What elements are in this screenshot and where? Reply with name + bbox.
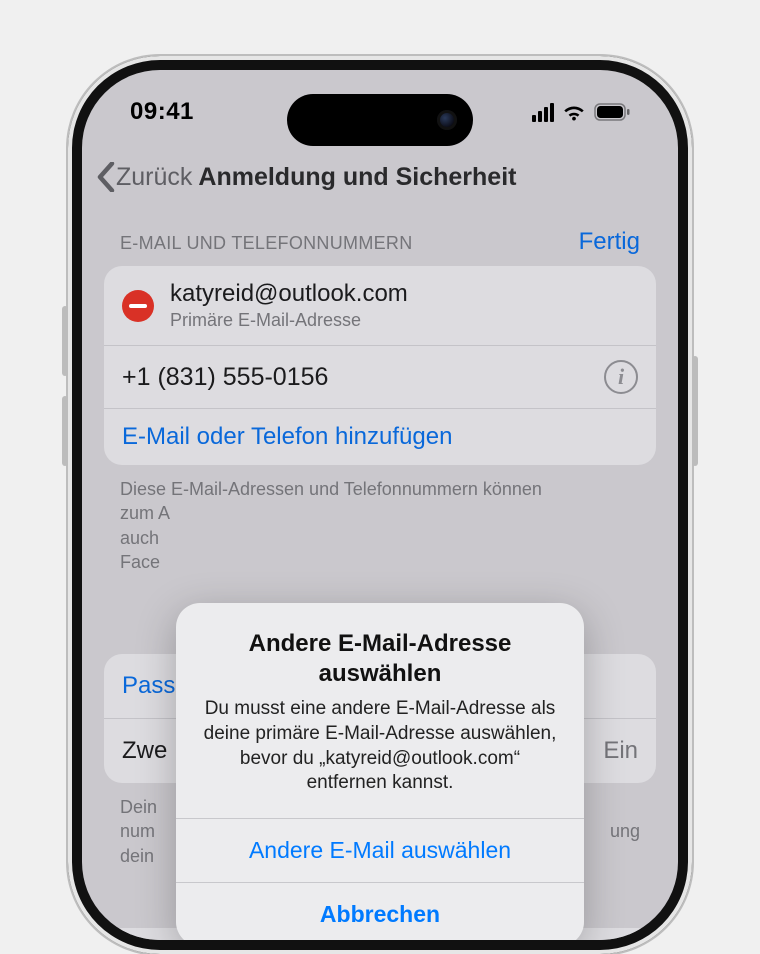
delete-icon[interactable]	[122, 290, 154, 322]
page-title: Anmeldung und Sicherheit	[198, 163, 516, 192]
primary-email: katyreid@outlook.com	[170, 280, 408, 308]
alert-choose-button[interactable]: Andere E-Mail auswählen	[176, 818, 584, 882]
phone-number: +1 (831) 555-0156	[122, 363, 328, 392]
email-block: katyreid@outlook.com Primäre E-Mail-Adre…	[170, 280, 408, 331]
status-time: 09:41	[130, 98, 194, 126]
add-link: E-Mail oder Telefon hinzufügen	[122, 423, 452, 451]
alert-dialog: Andere E-Mail-Adresse auswählen Du musst…	[176, 603, 584, 940]
alert-cancel-button[interactable]: Abbrechen	[176, 882, 584, 940]
alert-message: Du musst eine andere E-Mail-Adresse als …	[202, 697, 558, 796]
twofa-label: Zwe	[122, 737, 167, 765]
back-label: Zurück	[116, 163, 192, 192]
chevron-left-icon	[96, 162, 116, 192]
dynamic-island	[287, 94, 473, 146]
phone-row[interactable]: +1 (831) 555-0156 i	[104, 346, 656, 409]
add-row[interactable]: E-Mail oder Telefon hinzufügen	[104, 409, 656, 465]
section-label: E-MAIL UND TELEFONNUMMERN	[120, 233, 413, 254]
section-footer: Diese E-Mail-Adressen und Telefonnummern…	[104, 465, 656, 574]
nav-bar: Zurück Anmeldung und Sicherheit	[82, 162, 678, 192]
primary-email-sub: Primäre E-Mail-Adresse	[170, 310, 408, 331]
alert-title: Andere E-Mail-Adresse auswählen	[202, 629, 558, 689]
wifi-icon	[562, 103, 586, 121]
iphone-frame: 09:41 Zurück Anmeldung und Sicherheit E-…	[68, 56, 692, 954]
power-button	[692, 356, 698, 466]
password-label: Pass	[122, 672, 175, 700]
twofa-value: Ein	[603, 737, 638, 765]
status-icons	[532, 98, 630, 126]
cellular-icon	[532, 103, 554, 122]
screen: 09:41 Zurück Anmeldung und Sicherheit E-…	[82, 70, 678, 940]
email-row[interactable]: katyreid@outlook.com Primäre E-Mail-Adre…	[104, 266, 656, 346]
alert-body: Andere E-Mail-Adresse auswählen Du musst…	[176, 603, 584, 818]
back-button[interactable]: Zurück	[96, 162, 192, 192]
done-button[interactable]: Fertig	[579, 228, 640, 256]
contact-card: katyreid@outlook.com Primäre E-Mail-Adre…	[104, 266, 656, 465]
battery-icon	[594, 103, 630, 121]
camera-icon	[437, 110, 457, 130]
section-header: E-MAIL UND TELEFONNUMMERN Fertig	[104, 228, 656, 266]
info-icon[interactable]: i	[604, 360, 638, 394]
